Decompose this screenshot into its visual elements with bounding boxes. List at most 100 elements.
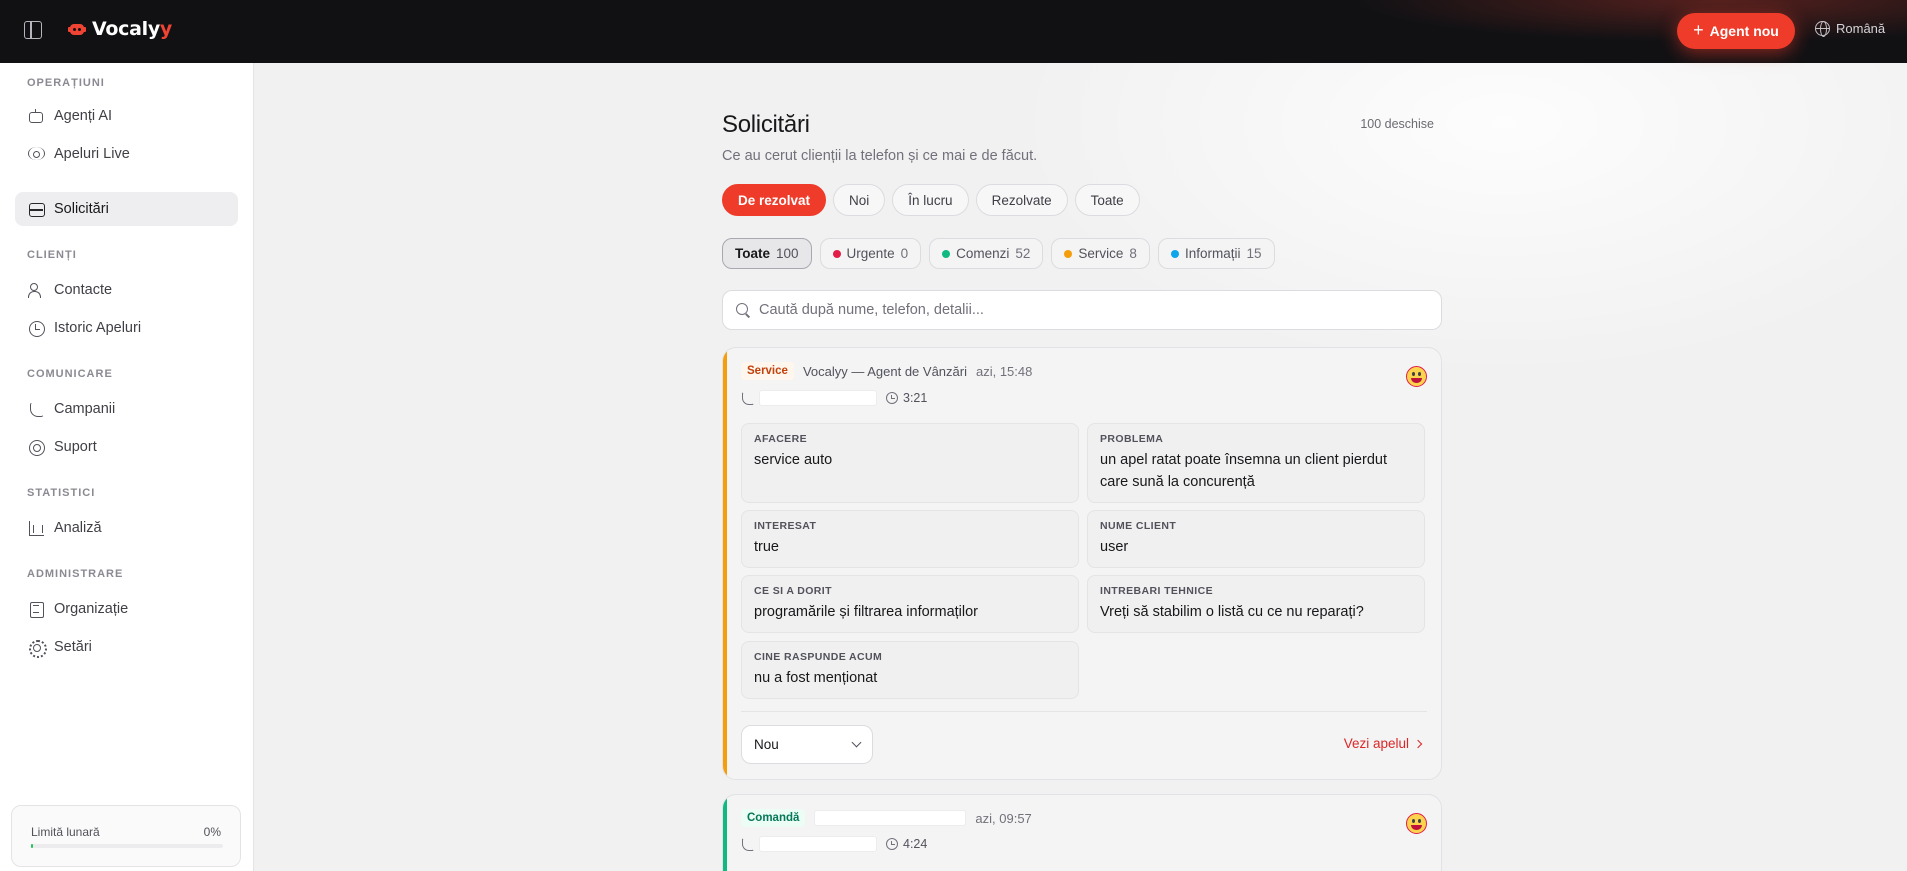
sidebar-item-support[interactable]: Suport [15,430,238,464]
sidebar-item-live-calls[interactable]: Apeluri Live [15,137,238,171]
sidebar-item-label: Setări [54,639,92,655]
category-label: Urgente [846,246,895,261]
sidebar-section-title: COMUNICARE [27,368,113,380]
sidebar-item-label: Organizație [54,601,129,617]
field-desired: CE SI A DORIT programările și filtrarea … [741,575,1079,633]
field-label: INTREBARI TEHNICE [1100,585,1213,597]
category-filter-urgent[interactable]: Urgente 0 [819,238,922,269]
clock-icon [28,320,45,337]
language-selector[interactable]: Română [1815,21,1886,37]
sidebar-item-organization[interactable]: Organizație [15,592,238,626]
category-badge: Service [741,362,794,380]
monthly-limit-progress [31,844,223,848]
monthly-limit-value: 0% [203,825,221,839]
status-tabs: De rezolvat Noi În lucru Rezolvate Toate [722,184,1140,216]
card-header: Comandă azi, 09:57 [741,809,1032,827]
category-label: Service [1078,246,1124,261]
redacted-phone-number [759,836,877,852]
sidebar-toggle-icon[interactable] [24,21,42,39]
sidebar-section-title: ADMINISTRARE [27,568,124,580]
logo[interactable]: Vocalyy [68,18,172,40]
card-divider [741,711,1427,712]
category-dot [942,249,951,258]
sidebar: OPERAȚIUNI Agenți AI Apeluri Live Solici… [0,63,254,871]
call-duration: 4:24 [903,837,928,851]
sentiment-emoji-icon [1406,813,1427,834]
redacted-agent-name [814,810,967,826]
request-card[interactable]: Service Vocalyy — Agent de Vânzări azi, … [722,347,1442,780]
users-icon [28,282,44,298]
search-input[interactable] [759,302,1419,318]
category-count: 0 [900,246,909,261]
category-dot [832,249,841,258]
card-header: Service Vocalyy — Agent de Vânzări azi, … [741,362,1032,380]
field-problem: PROBLEMA un apel ratat poate însemna un … [1087,423,1425,503]
field-value: nu a fost menționat [754,670,878,686]
plus-icon: + [1693,20,1704,40]
field-label: NUME CLIENT [1100,520,1177,532]
chevron-down-icon [851,737,862,748]
inbox-icon [28,201,45,217]
field-label: CE SI A DORIT [754,585,832,597]
category-filter-all[interactable]: Toate 100 [722,238,812,269]
tab-to-resolve[interactable]: De rezolvat [722,184,827,216]
redacted-phone-number [759,390,877,406]
sidebar-item-call-history[interactable]: Istoric Apeluri [15,311,238,345]
category-label: Toate [735,246,771,261]
building-icon [28,601,44,618]
category-badge: Comandă [741,809,806,827]
clock-icon [886,392,898,404]
call-meta: 4:24 [741,836,927,852]
sidebar-item-campaigns[interactable]: Campanii [15,392,238,426]
field-value: Vreți să stabilim o listă cu ce nu repar… [1100,604,1364,620]
field-value: programările și filtrarea informaților [754,604,979,620]
sidebar-item-label: Agenți AI [54,108,113,124]
category-filter-orders[interactable]: Comenzi 52 [929,238,1044,269]
field-label: PROBLEMA [1100,433,1164,445]
agent-name: Vocalyy — Agent de Vânzări [802,363,967,379]
field-who-answers: CINE RASPUNDE ACUM nu a fost menționat [741,641,1079,699]
sidebar-item-settings[interactable]: Setări [15,630,238,664]
field-client-name: NUME CLIENT user [1087,510,1425,568]
status-select[interactable]: Nou [741,725,873,764]
view-call-link[interactable]: Vezi apelul [1344,736,1423,751]
search-icon [736,303,750,317]
category-filter-service[interactable]: Service 8 [1051,238,1150,269]
tab-resolved[interactable]: Rezolvate [975,184,1068,216]
sidebar-item-agents[interactable]: Agenți AI [15,99,238,133]
status-select-value: Nou [754,737,779,752]
tab-new[interactable]: Noi [833,184,886,216]
sidebar-section-title: STATISTICI [27,487,96,499]
gear-icon [28,639,47,658]
field-value: user [1100,539,1129,555]
sentiment-emoji-icon [1406,366,1427,387]
field-label: AFACERE [754,433,807,445]
radio-icon [28,146,45,162]
tab-all[interactable]: Toate [1074,184,1140,216]
sidebar-section-title: CLIENȚI [27,249,77,261]
category-count: 8 [1129,246,1137,261]
category-dot [1064,249,1073,258]
robot-logo-icon [68,21,86,37]
phone-icon [741,837,754,851]
request-card[interactable]: Comandă azi, 09:57 4:24 [722,794,1442,871]
language-label: Română [1836,21,1886,36]
clock-icon [886,838,898,850]
field-label: INTERESAT [754,520,817,532]
new-agent-button[interactable]: + Agent nou [1677,13,1795,49]
field-technical-questions: INTREBARI TEHNICE Vreți să stabilim o li… [1087,575,1425,633]
robot-icon [28,108,44,124]
field-value: service auto [754,452,833,468]
category-filters: Toate 100 Urgente 0 Comenzi 52 Service 8… [722,238,1275,269]
category-filter-info[interactable]: Informații 15 [1157,238,1275,269]
sidebar-item-analytics[interactable]: Analiză [15,511,238,545]
top-bar: Vocalyy + Agent nou Română [0,0,1907,63]
monthly-limit-card: Limită lunară 0% [11,805,241,867]
sidebar-item-contacts[interactable]: Contacte [15,273,238,307]
category-label: Comenzi [956,246,1010,261]
sidebar-item-label: Istoric Apeluri [54,320,142,336]
tab-in-progress[interactable]: În lucru [892,184,969,216]
field-label: CINE RASPUNDE ACUM [754,651,883,663]
sidebar-item-requests[interactable]: Solicitări [15,192,238,226]
search-bar [722,290,1442,330]
